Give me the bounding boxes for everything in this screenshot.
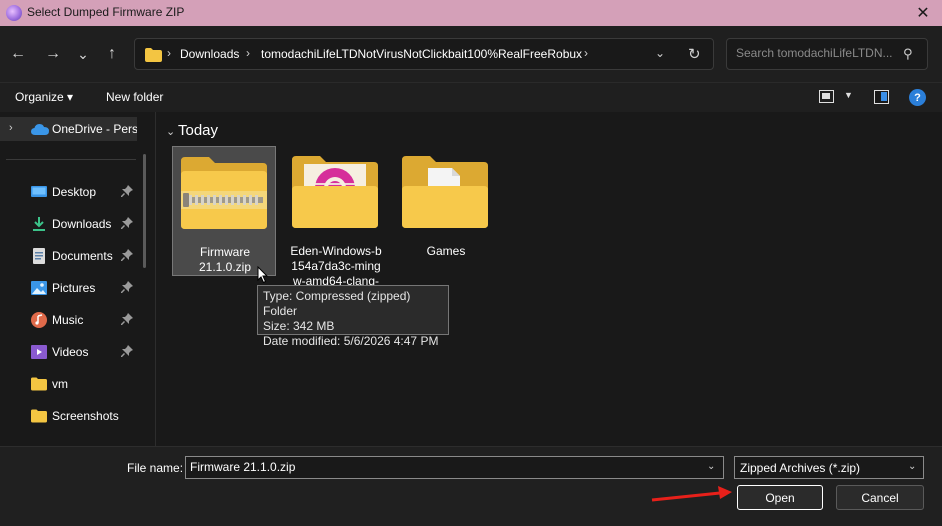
tooltip-date: Date modified: 5/6/2026 4:47 PM (263, 334, 439, 348)
file-item-games-folder[interactable]: Games (394, 146, 498, 276)
address-bar[interactable]: › Downloads › tomodachiLifeLTDNotVirusNo… (134, 38, 714, 70)
sidebar-item-vm[interactable]: vm (0, 370, 140, 398)
folder-icon (145, 48, 162, 62)
breadcrumb-separator: › (246, 46, 250, 60)
search-input[interactable] (736, 46, 896, 60)
help-icon[interactable]: ? (909, 89, 926, 106)
file-info-tooltip: Type: Compressed (zipped) Folder Size: 3… (257, 285, 449, 348)
folder-icon (31, 409, 47, 423)
back-button[interactable]: ← (6, 42, 30, 66)
address-history-dropdown[interactable]: ⌄ (655, 46, 665, 60)
sidebar-item-pictures[interactable]: Pictures (0, 274, 140, 302)
sidebar-item-label: Desktop (52, 185, 97, 199)
sidebar-item-label: Screenshots (52, 409, 119, 423)
search-icon[interactable]: ⚲ (903, 46, 913, 62)
divider (6, 159, 136, 160)
arrow-up-icon: ↑ (108, 45, 116, 62)
downloads-icon (33, 217, 45, 231)
onedrive-cloud-icon (31, 124, 49, 135)
chevron-down-icon[interactable]: ⌄ (707, 461, 715, 472)
group-header[interactable]: Today (178, 122, 218, 139)
sidebar-item-desktop[interactable]: Desktop (0, 178, 140, 206)
collapse-group-icon[interactable]: ⌄ (166, 125, 175, 138)
pin-icon (121, 313, 133, 325)
open-button[interactable]: Open (737, 485, 823, 510)
app-icon (6, 5, 22, 21)
title-bar: Select Dumped Firmware ZIP ✕ (0, 0, 942, 26)
folder-icon (31, 377, 47, 391)
chevron-down-icon: ⌄ (77, 45, 89, 62)
pictures-icon (31, 281, 47, 295)
close-button[interactable]: ✕ (904, 0, 942, 26)
sidebar-item-label: vm (52, 377, 68, 391)
file-name: Eden-Windows-b 154a7da3c-ming w-amd64-cl… (290, 244, 382, 288)
search-box[interactable]: ⚲ (726, 38, 928, 70)
breadcrumb-separator: › (167, 46, 171, 60)
file-item-firmware-zip[interactable]: Firmware 21.1.0.zip (172, 146, 276, 276)
forward-button[interactable]: → (41, 42, 65, 66)
file-name: Games (426, 244, 466, 258)
file-name-input[interactable] (190, 460, 690, 474)
sidebar-item-videos[interactable]: Videos (0, 338, 140, 366)
pin-icon (121, 217, 133, 229)
games-folder-icon (402, 156, 488, 228)
dialog-footer: File name: ⌄ Zipped Archives (*.zip) ⌄ O… (0, 446, 942, 526)
zip-folder-icon (181, 157, 267, 229)
sidebar-item-onedrive[interactable]: › OneDrive - Perso (0, 117, 137, 141)
sidebar-item-label: Pictures (52, 281, 96, 295)
view-mode-icon[interactable] (819, 90, 834, 103)
breadcrumb-current-folder[interactable]: tomodachiLifeLTDNotVirusNotClickbait100%… (261, 47, 582, 61)
up-button[interactable]: ↑ (100, 42, 124, 66)
preview-pane-icon[interactable] (874, 90, 889, 104)
organize-button[interactable]: Organize ▾ (15, 90, 73, 104)
file-name-combobox[interactable]: ⌄ (185, 456, 724, 479)
tooltip-size: Size: 342 MB (263, 319, 335, 333)
sidebar-item-music[interactable]: Music (0, 306, 140, 334)
view-dropdown-icon[interactable]: ▼ (844, 90, 853, 100)
pin-icon (121, 345, 133, 357)
file-type-value: Zipped Archives (*.zip) (740, 461, 861, 475)
pin-icon (121, 249, 133, 261)
scrollbar[interactable] (143, 154, 146, 268)
mouse-cursor-icon (257, 266, 269, 284)
documents-icon (33, 248, 45, 264)
sidebar-item-label: Music (52, 313, 84, 327)
recent-locations-button[interactable]: ⌄ (71, 42, 95, 66)
pin-icon (121, 185, 133, 197)
arrow-right-icon: → (45, 45, 61, 62)
annotation-arrow-icon (651, 486, 732, 502)
command-bar: Organize ▾ New folder ▼ ? (0, 82, 942, 112)
refresh-icon[interactable]: ↻ (688, 45, 701, 63)
eden-folder-icon (292, 156, 378, 228)
expand-chevron-icon[interactable]: › (9, 122, 13, 134)
file-name-label: File name: (127, 461, 184, 475)
sidebar-item-label: Documents (52, 249, 113, 263)
arrow-left-icon: ← (10, 45, 26, 62)
chevron-down-icon[interactable]: ⌄ (908, 461, 916, 472)
file-type-select[interactable]: Zipped Archives (*.zip) ⌄ (734, 456, 924, 479)
breadcrumb-separator: › (584, 46, 588, 60)
desktop-icon (31, 186, 47, 197)
navigation-pane: › OneDrive - Perso Desktop Downloads Doc… (0, 112, 155, 446)
sidebar-item-downloads[interactable]: Downloads (0, 210, 140, 238)
cancel-button[interactable]: Cancel (836, 485, 924, 510)
sidebar-item-label: OneDrive - Perso (52, 122, 137, 136)
sidebar-item-documents[interactable]: Documents (0, 242, 140, 270)
pin-icon (121, 281, 133, 293)
file-item-eden-folder[interactable]: Eden-Windows-b 154a7da3c-ming w-amd64-cl… (284, 146, 388, 288)
breadcrumb-downloads[interactable]: Downloads (180, 47, 239, 61)
file-list: ⌄ Today Firmware 21.1.0.zip Eden-Windows… (156, 112, 942, 446)
sidebar-item-label: Videos (52, 345, 89, 359)
navigation-bar: ← → ⌄ ↑ › Downloads › tomodachiLifeLTDNo… (0, 26, 942, 82)
music-icon (31, 312, 47, 328)
videos-icon (31, 345, 47, 359)
window-title: Select Dumped Firmware ZIP (27, 5, 185, 19)
new-folder-button[interactable]: New folder (106, 90, 163, 104)
tooltip-type: Type: Compressed (zipped) Folder (263, 289, 411, 318)
sidebar-item-label: Downloads (52, 217, 112, 231)
sidebar-item-screenshots[interactable]: Screenshots (0, 402, 140, 430)
